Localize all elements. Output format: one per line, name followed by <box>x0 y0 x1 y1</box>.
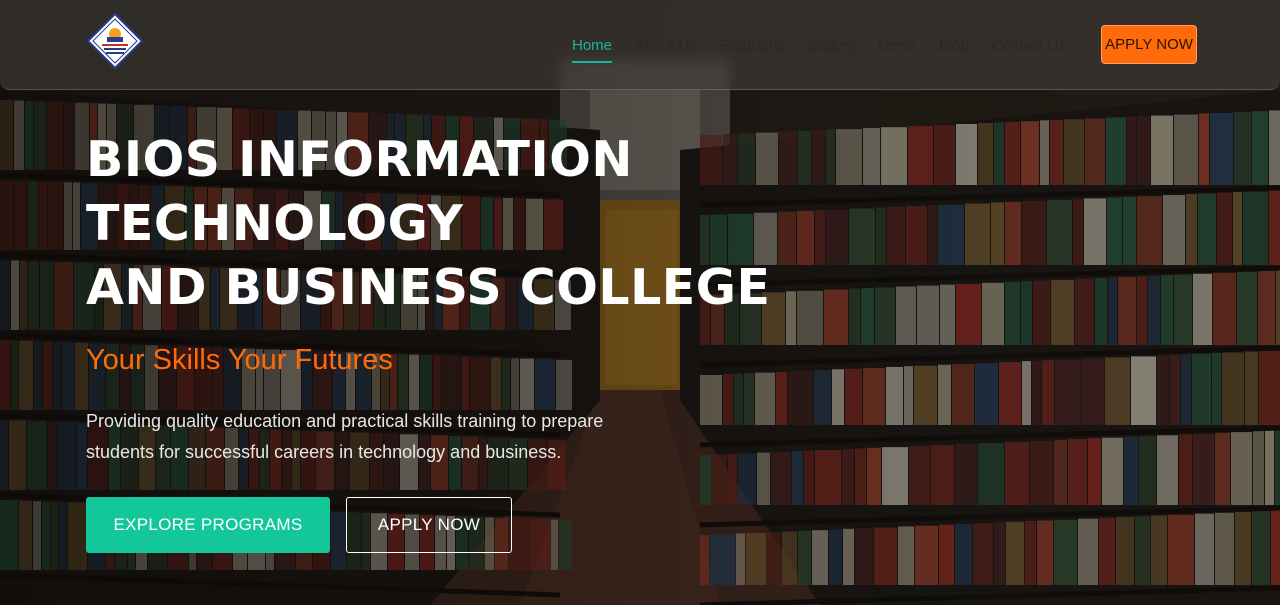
top-navbar: Home About Us Programs Gallery News Blog Conta… <box>0 0 1280 90</box>
hero-title: BIOS INFORMATION TECHNOLOGY AND BUSINESS… <box>86 128 846 320</box>
nav-link-about-us[interactable]: About Us <box>635 0 697 90</box>
hero-title-line: TECHNOLOGY <box>86 195 464 252</box>
hero-description-line: Providing quality education and practica… <box>86 411 604 431</box>
hero-title-line: AND BUSINESS COLLEGE <box>86 259 771 316</box>
college-logo[interactable] <box>86 12 144 70</box>
nav-apply-now-button[interactable]: APPLY NOW <box>1101 25 1197 64</box>
hero-description-line: students for successful careers in techn… <box>86 442 562 462</box>
college-crest-logo-icon <box>86 12 144 70</box>
nav-link-gallery[interactable]: Gallery <box>808 0 856 90</box>
nav-menu: Home About Us Programs Gallery News Blog Conta… <box>572 0 1089 90</box>
nav-link-news[interactable]: News <box>878 0 916 90</box>
hero-description: Providing quality education and practica… <box>86 406 686 468</box>
explore-programs-button[interactable]: EXPLORE PROGRAMS <box>86 497 330 553</box>
nav-link-contact-us[interactable]: Contact Us <box>992 0 1066 90</box>
nav-link-blog[interactable]: Blog <box>939 0 969 90</box>
nav-link-home[interactable]: Home <box>572 0 613 90</box>
hero-tagline: Your Skills Your Futures <box>86 344 393 376</box>
nav-link-programs[interactable]: Programs <box>720 0 785 90</box>
hero-apply-now-button[interactable]: APPLY NOW <box>346 497 512 553</box>
hero-title-line: BIOS INFORMATION <box>86 131 633 188</box>
